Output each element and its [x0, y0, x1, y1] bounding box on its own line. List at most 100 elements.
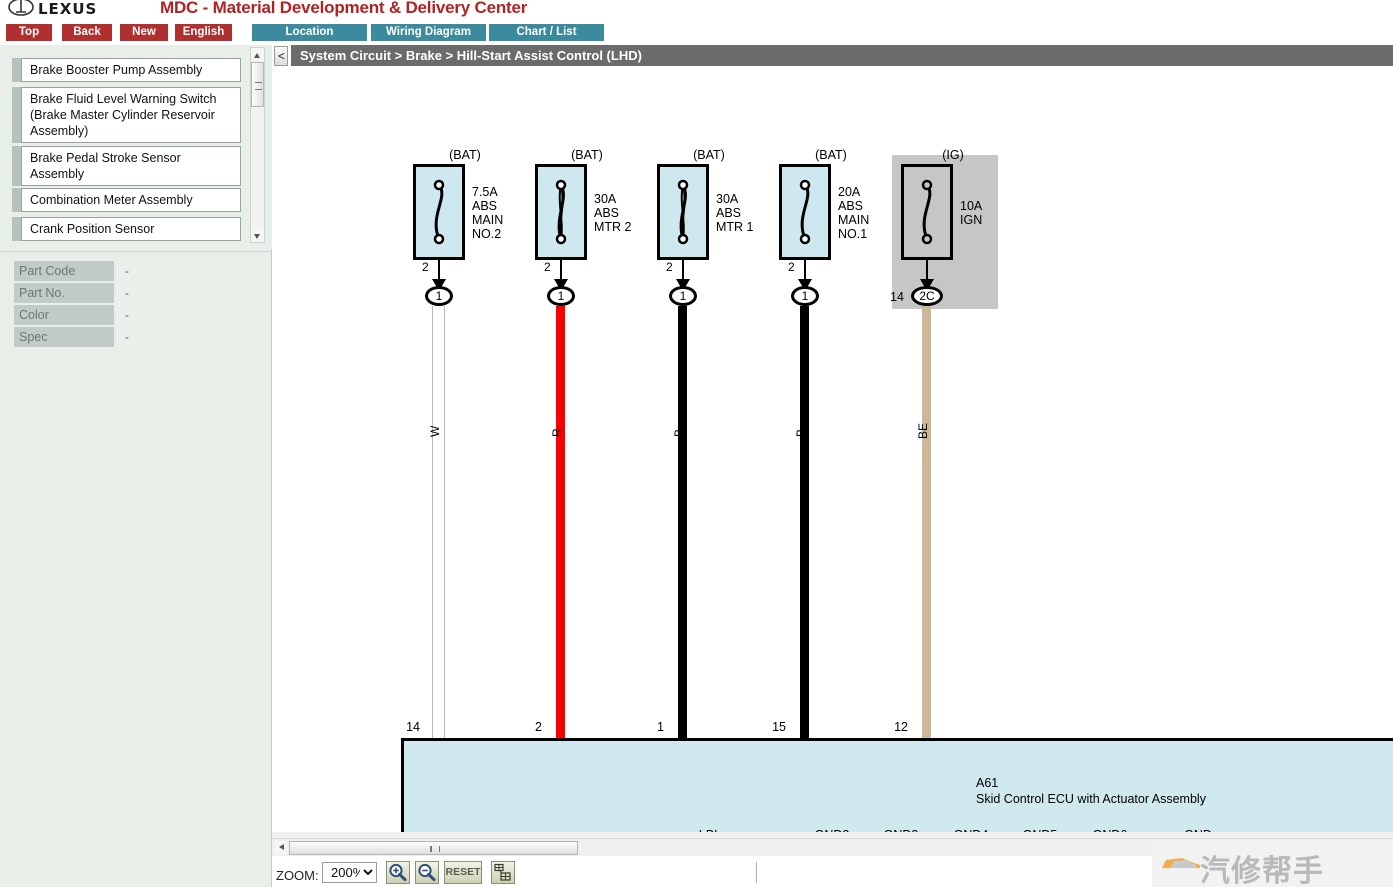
- fit-to-grid-icon: [494, 863, 511, 881]
- list-item[interactable]: Crank Position Sensor: [12, 217, 241, 241]
- fuse-source-label: (IG): [942, 148, 964, 162]
- list-item[interactable]: Combination Meter Assembly: [12, 188, 241, 212]
- property-label: Color: [14, 305, 114, 325]
- list-item[interactable]: Brake Pedal Stroke Sensor Assembly: [12, 146, 241, 186]
- wire-color-label: BE: [916, 422, 930, 439]
- back-button[interactable]: Back: [62, 24, 112, 41]
- fuse-source-label: (BAT): [449, 148, 481, 162]
- property-row: Color -: [14, 305, 138, 325]
- scroll-left-icon[interactable]: [274, 841, 287, 854]
- part-properties: Part Code - Part No. - Color - Spec -: [14, 261, 138, 349]
- zoom-out-button[interactable]: [415, 861, 439, 884]
- connector-side-number: 14: [890, 290, 904, 304]
- ecu-pin-number: 14: [406, 720, 420, 734]
- wire-color-label: B: [794, 428, 808, 437]
- ecu-pin-number: 12: [894, 720, 908, 734]
- breadcrumb: System Circuit > Brake > Hill-Start Assi…: [291, 45, 1393, 66]
- list-item-marker: [12, 146, 21, 186]
- wire-color-label: B: [672, 428, 686, 437]
- zoom-select[interactable]: 200%: [322, 862, 377, 883]
- sidebar-scrollbar[interactable]: [250, 47, 265, 243]
- fuse-symbol: [657, 164, 709, 260]
- horizontal-scrollbar-thumb[interactable]: [289, 841, 578, 855]
- connector-node: 1: [791, 286, 819, 306]
- ecu-pin-number: 1: [657, 720, 664, 734]
- magnifier-plus-icon: [389, 863, 407, 882]
- lexus-logo: LEXUS: [8, 0, 126, 18]
- wire-black-2: [800, 306, 809, 794]
- page-title: MDC - Material Development & Delivery Ce…: [160, 0, 528, 17]
- fuse-symbol: [535, 164, 587, 260]
- list-item-label: Crank Position Sensor: [21, 217, 241, 241]
- connector-node: 1: [425, 286, 453, 306]
- list-item-label: Combination Meter Assembly: [21, 188, 241, 212]
- ecu-pin-number: 15: [772, 720, 786, 734]
- fuse-rating: 10A IGN: [960, 199, 983, 227]
- property-row: Part No. -: [14, 283, 138, 303]
- connector-node: 1: [669, 286, 697, 306]
- nav-button-row: Top Back New English Location Wiring Dia…: [0, 24, 1393, 42]
- collapse-chevron-icon: <: [278, 49, 286, 63]
- list-item-label: Brake Fluid Level Warning Switch (Brake …: [21, 87, 241, 143]
- fuse-pin-number: 2: [544, 260, 551, 274]
- fuse-symbol: [413, 164, 465, 260]
- fuse-rating: 30A ABS MTR 2: [594, 192, 632, 234]
- tab-wiring-diagram[interactable]: Wiring Diagram: [371, 24, 486, 41]
- fit-to-view-button[interactable]: [491, 861, 515, 884]
- scrollbar-thumb[interactable]: [251, 62, 264, 107]
- part-list: Brake Booster Pump Assembly Brake Fluid …: [0, 45, 272, 249]
- property-value: -: [116, 261, 138, 281]
- property-row: Spec -: [14, 327, 138, 347]
- car-logo-icon: [1162, 858, 1200, 868]
- connector-node: 1: [547, 286, 575, 306]
- sidebar-divider: [0, 251, 272, 252]
- scroll-down-icon[interactable]: [251, 229, 264, 242]
- fuse-rating: 7.5A ABS MAIN NO.2: [472, 185, 504, 241]
- wire-white-left: [432, 306, 433, 794]
- svg-text:LEXUS: LEXUS: [38, 0, 97, 18]
- watermark: 汽修帮手: [1152, 842, 1393, 887]
- tab-location[interactable]: Location: [252, 24, 367, 41]
- top-button[interactable]: Top: [6, 24, 52, 41]
- collapse-sidebar-button[interactable]: <: [274, 46, 288, 66]
- wire-beige: [922, 306, 931, 794]
- wire-color-label: W: [428, 425, 442, 437]
- magnifier-minus-icon: [418, 863, 436, 882]
- ecu-box[interactable]: [401, 738, 1393, 837]
- fuse-source-label: (BAT): [571, 148, 603, 162]
- ecu-pin-number: 2: [535, 720, 542, 734]
- list-item-label: Brake Booster Pump Assembly: [21, 58, 241, 82]
- zoom-in-button[interactable]: [386, 861, 410, 884]
- fuse-symbol: [779, 164, 831, 260]
- scroll-up-icon[interactable]: [251, 48, 264, 61]
- wiring-diagram-canvas[interactable]: (BAT) 7.5AABSMAINNO.2 2 1 W 14 BI (BAT): [272, 67, 1393, 837]
- property-value: -: [116, 327, 138, 347]
- english-button[interactable]: English: [175, 24, 232, 41]
- wire-red: [556, 306, 565, 794]
- fuse-source-label: (BAT): [815, 148, 847, 162]
- zoom-label: ZOOM:: [276, 868, 319, 883]
- wire-black-1: [678, 306, 687, 794]
- new-button[interactable]: New: [120, 24, 168, 41]
- property-row: Part Code -: [14, 261, 138, 281]
- list-item-marker: [12, 87, 21, 143]
- list-item-marker: [12, 58, 21, 82]
- list-item[interactable]: Brake Fluid Level Warning Switch (Brake …: [12, 87, 241, 143]
- list-item-marker: [12, 217, 21, 241]
- list-item[interactable]: Brake Booster Pump Assembly: [12, 58, 241, 82]
- fuse-pin-number: 2: [788, 260, 795, 274]
- fuse-rating: 30A ABS MTR 1: [716, 192, 754, 234]
- connector-node: 2C: [911, 286, 943, 306]
- fuse-rating: 20A ABS MAIN NO.1: [838, 185, 870, 241]
- property-value: -: [116, 305, 138, 325]
- ecu-name: Skid Control ECU with Actuator Assembly: [976, 792, 1206, 806]
- toolbar-separator: [756, 862, 757, 883]
- list-item-marker: [12, 188, 21, 212]
- fuse-symbol: [901, 164, 953, 260]
- reset-button[interactable]: RESET: [444, 861, 482, 884]
- property-value: -: [116, 283, 138, 303]
- reset-label: RESET: [445, 866, 481, 878]
- app-header: LEXUS MDC - Material Development & Deliv…: [0, 0, 1393, 22]
- tab-chart-list[interactable]: Chart / List: [489, 24, 604, 41]
- property-label: Part No.: [14, 283, 114, 303]
